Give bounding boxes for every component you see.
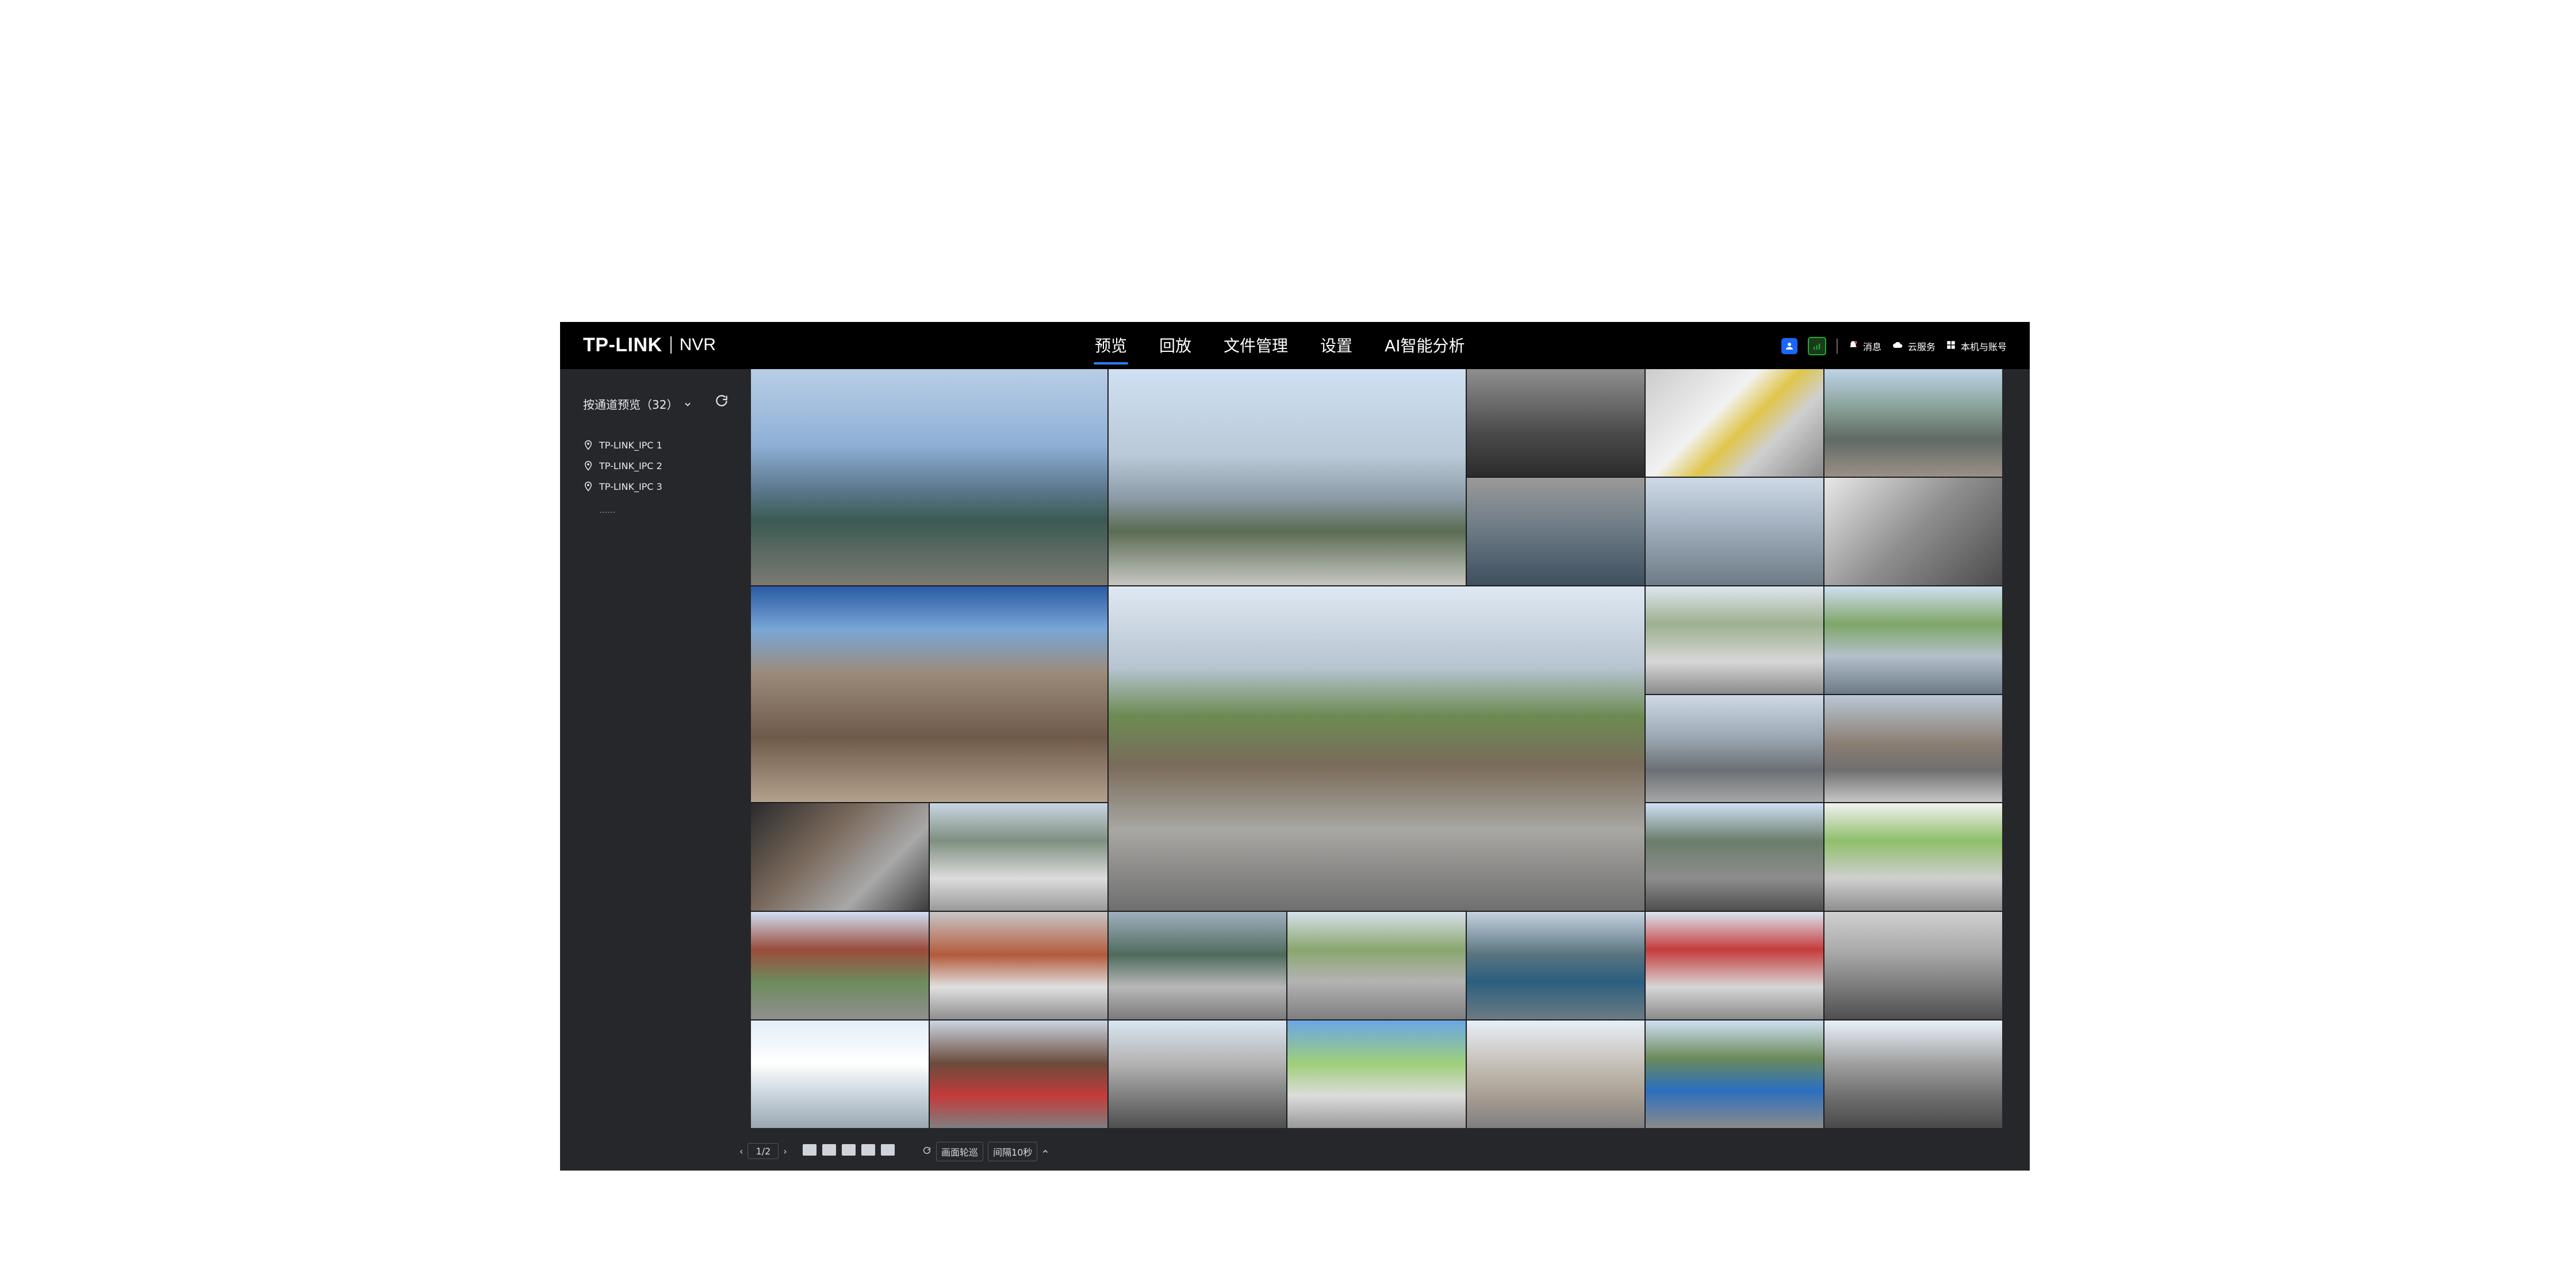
bell-icon [1848, 340, 1858, 352]
chevron-up-icon[interactable] [1042, 1146, 1049, 1157]
map-pin-icon [583, 459, 593, 472]
map-pin-icon [583, 480, 593, 493]
pagination: ‹ 1/2 › [739, 1143, 787, 1159]
cloud-label: 云服务 [1907, 342, 1935, 352]
camera-feed[interactable] [1824, 477, 2002, 585]
tab-preview[interactable]: 预览 [1092, 333, 1129, 365]
camera-feed[interactable] [1645, 477, 1823, 585]
camera-feed[interactable] [1824, 695, 2002, 803]
channel-label: TP-LINK_IPC 2 [599, 460, 662, 471]
refresh-icon[interactable] [922, 1146, 931, 1157]
user-icon[interactable] [1781, 338, 1797, 354]
layout-1-icon[interactable] [803, 1144, 816, 1156]
tab-ai-analysis[interactable]: AI智能分析 [1382, 333, 1467, 359]
camera-feed[interactable] [1287, 912, 1466, 1020]
camera-feed[interactable] [1824, 803, 2002, 911]
camera-feed[interactable] [1109, 369, 1466, 585]
channel-item-3[interactable]: TP-LINK_IPC 3 [583, 476, 662, 497]
chevron-left-icon[interactable]: ‹ [739, 1146, 743, 1157]
camera-feed[interactable] [1824, 586, 2002, 694]
camera-feed[interactable] [1824, 369, 2002, 477]
channel-label: TP-LINK_IPC 1 [599, 439, 662, 451]
camera-feed[interactable] [930, 803, 1108, 911]
camera-feed[interactable] [1645, 586, 1823, 694]
camera-feed[interactable] [1824, 912, 2002, 1020]
channel-item-2[interactable]: TP-LINK_IPC 2 [583, 455, 662, 476]
camera-feed[interactable] [751, 912, 929, 1020]
camera-feed[interactable] [751, 1021, 929, 1128]
camera-feed[interactable] [1109, 586, 1644, 911]
poll-button[interactable]: 画面轮巡 [936, 1142, 984, 1161]
messages-label: 消息 [1862, 342, 1881, 352]
header-actions: 消息 云服务 本机与账号 [1781, 335, 2007, 358]
camera-feed[interactable] [930, 1021, 1108, 1128]
sidebar: 按通道预览（32） TP-LINK_IPC 1 TP-LINK_IPC 2 TP… [560, 369, 751, 1171]
grid-icon [1946, 340, 1956, 352]
cloud-icon [1892, 340, 1903, 352]
camera-feed[interactable] [1466, 477, 1644, 585]
channel-list: TP-LINK_IPC 1 TP-LINK_IPC 2 TP-LINK_IPC … [583, 435, 662, 497]
video-grid [751, 369, 2002, 1128]
camera-feed[interactable] [751, 803, 929, 911]
camera-feed[interactable] [930, 912, 1108, 1020]
chevron-right-icon[interactable]: › [783, 1146, 787, 1157]
camera-feed[interactable] [1466, 912, 1644, 1020]
channel-filter-label: 按通道预览（32） [583, 398, 678, 412]
page-indicator[interactable]: 1/2 [747, 1143, 779, 1159]
account-button[interactable]: 本机与账号 [1946, 339, 2007, 353]
camera-feed[interactable] [1645, 803, 1823, 911]
tab-settings[interactable]: 设置 [1318, 333, 1355, 359]
bottom-controls: ‹ 1/2 › 画面轮巡 间隔10秒 [560, 1129, 2030, 1171]
channel-item-1[interactable]: TP-LINK_IPC 1 [583, 435, 662, 455]
camera-feed[interactable] [751, 369, 1108, 585]
camera-feed[interactable] [1109, 1021, 1287, 1128]
signal-icon[interactable] [1807, 337, 1826, 355]
camera-feed[interactable] [1824, 1021, 2002, 1128]
nvr-app: TP-LINK NVR 预览 回放 文件管理 设置 AI智能分析 消息 云服务 … [560, 322, 2030, 1171]
polling-controls: 画面轮巡 间隔10秒 [922, 1142, 1049, 1161]
messages-button[interactable]: 消息 [1848, 339, 1881, 353]
camera-feed[interactable] [1109, 912, 1287, 1020]
camera-feed[interactable] [1645, 912, 1823, 1020]
top-navigation-bar: TP-LINK NVR 预览 回放 文件管理 设置 AI智能分析 消息 云服务 … [560, 322, 2030, 369]
header-divider [1836, 339, 1838, 354]
refresh-icon[interactable] [714, 393, 729, 408]
tab-playback[interactable]: 回放 [1157, 333, 1194, 359]
tab-file-management[interactable]: 文件管理 [1221, 333, 1290, 359]
camera-feed[interactable] [751, 586, 1108, 803]
account-label: 本机与账号 [1960, 342, 2007, 352]
page-indicator-text: 1/2 [756, 1145, 771, 1157]
camera-feed[interactable] [1645, 1021, 1823, 1128]
chevron-down-icon [684, 397, 692, 411]
cloud-service-button[interactable]: 云服务 [1892, 339, 1935, 353]
channel-label: TP-LINK_IPC 3 [599, 481, 662, 492]
more-indicator: …… [599, 506, 615, 515]
logo: TP-LINK NVR [583, 332, 716, 358]
camera-feed[interactable] [1466, 1021, 1644, 1128]
logo-separator [670, 336, 672, 354]
brand-logo-text: TP-LINK [583, 333, 662, 356]
layout-5-icon[interactable] [881, 1144, 895, 1156]
interval-dropdown[interactable]: 间隔10秒 [988, 1142, 1038, 1161]
layout-selector [803, 1144, 895, 1156]
camera-feed[interactable] [1466, 369, 1644, 477]
layout-2-icon[interactable] [822, 1144, 836, 1156]
map-pin-icon [583, 439, 593, 451]
camera-feed[interactable] [1645, 369, 1823, 477]
layout-4-icon[interactable] [861, 1144, 875, 1156]
camera-feed[interactable] [1287, 1021, 1466, 1128]
camera-feed[interactable] [1645, 695, 1823, 803]
main-nav: 预览 回放 文件管理 设置 AI智能分析 [1092, 333, 1467, 365]
product-name: NVR [679, 335, 716, 354]
channel-filter-dropdown[interactable]: 按通道预览（32） [583, 396, 692, 412]
layout-3-icon[interactable] [842, 1144, 856, 1156]
